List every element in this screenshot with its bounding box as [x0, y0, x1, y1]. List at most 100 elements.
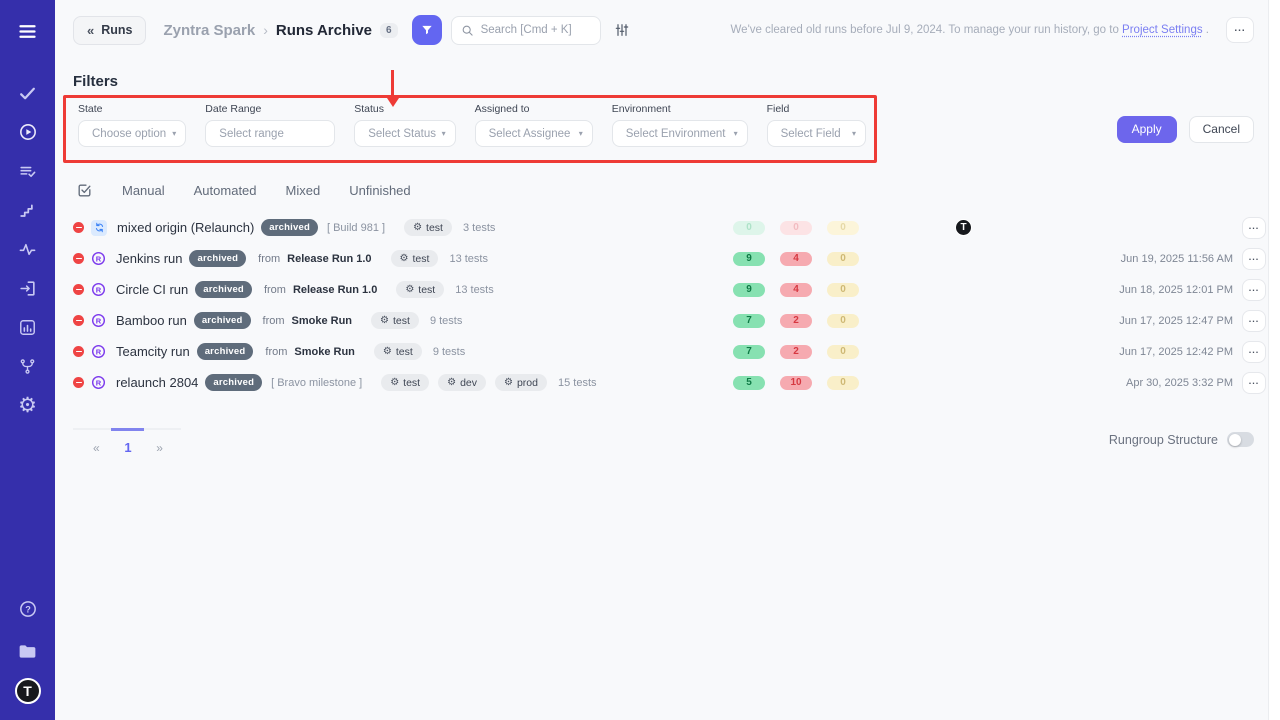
run-name[interactable]: Jenkins run	[116, 251, 182, 266]
run-name[interactable]: mixed origin (Relaunch)	[117, 220, 254, 235]
project-settings-link[interactable]: Project Settings	[1122, 24, 1203, 36]
list-check-icon	[18, 162, 37, 181]
archived-minus-icon	[73, 346, 84, 357]
sidebar-item-import[interactable]	[9, 271, 47, 305]
sidebar-item-folder[interactable]	[9, 634, 47, 668]
scrollbar-track[interactable]	[1268, 0, 1280, 720]
filter-select[interactable]: Choose option▾	[78, 120, 186, 147]
breadcrumb-separator: ›	[263, 22, 268, 38]
filter-select[interactable]: Select Assignee▾	[475, 120, 593, 147]
run-row[interactable]: RBamboo runarchivedfromSmoke Run⚙test9 t…	[55, 305, 1280, 336]
sidebar-item-play-circle[interactable]	[9, 115, 47, 149]
filter-placeholder: Select Status	[368, 128, 436, 140]
run-row[interactable]: RJenkins runarchivedfromRelease Run 1.0⚙…	[55, 243, 1280, 274]
run-source-name: Release Run 1.0	[287, 253, 371, 265]
run-name[interactable]: Teamcity run	[116, 344, 190, 359]
pagination-page-1[interactable]: 1	[124, 440, 131, 455]
tab-unfinished[interactable]: Unfinished	[349, 183, 410, 198]
run-name[interactable]: Bamboo run	[116, 313, 187, 328]
archived-badge: archived	[261, 219, 318, 236]
bottom-row: « 1 » Rungroup Structure	[55, 428, 1280, 455]
filter-select[interactable]: Select Status▾	[354, 120, 455, 147]
select-all-checkbox-icon[interactable]	[76, 182, 93, 199]
pending-count-pill: 0	[827, 314, 859, 328]
pagination-prev-button[interactable]: «	[93, 441, 100, 455]
environment-tag-dev: ⚙dev	[438, 374, 486, 391]
run-result-counts: 720	[733, 345, 865, 359]
search-box[interactable]	[451, 16, 601, 45]
run-name[interactable]: Circle CI run	[116, 282, 188, 297]
adjustments-icon[interactable]	[614, 22, 630, 38]
run-from-label: from	[264, 284, 286, 296]
run-more-button[interactable]: ...	[1242, 217, 1266, 239]
pending-count-pill: 0	[827, 252, 859, 266]
filter-select[interactable]: Select Field▾	[767, 120, 866, 147]
environment-tag-test: ⚙test	[374, 343, 422, 360]
sidebar-item-chart[interactable]	[9, 310, 47, 344]
sidebar-item-help[interactable]: ?	[9, 592, 47, 626]
filter-input[interactable]: Select range	[205, 120, 335, 147]
rungroup-structure-toggle[interactable]	[1227, 432, 1254, 447]
environment-tag-test: ⚙test	[371, 312, 419, 329]
user-avatar[interactable]: T	[15, 678, 41, 704]
apply-button[interactable]: Apply	[1117, 116, 1177, 143]
run-more-button[interactable]: ...	[1242, 341, 1266, 363]
pagination: « 1 »	[73, 428, 181, 455]
search-icon	[461, 24, 474, 37]
run-more-button[interactable]: ...	[1242, 372, 1266, 394]
archived-minus-icon	[73, 315, 84, 326]
tab-mixed[interactable]: Mixed	[286, 183, 321, 198]
cancel-button[interactable]: Cancel	[1189, 116, 1254, 143]
passed-count-pill: 9	[733, 252, 765, 266]
run-type-automated: R	[91, 375, 106, 390]
run-more-button[interactable]: ...	[1242, 279, 1266, 301]
topbar-more-button[interactable]: ...	[1226, 17, 1254, 43]
run-type-mixed	[91, 220, 107, 236]
filter-field-status: Status Select Status▾	[354, 103, 455, 147]
pending-count-pill: 0	[827, 221, 859, 235]
sidebar-item-gear[interactable]: ⚙	[9, 388, 47, 422]
tag-label: dev	[460, 377, 477, 389]
sidebar-item-steps[interactable]	[9, 193, 47, 227]
sidebar-item-branch[interactable]	[9, 349, 47, 383]
help-icon: ?	[18, 599, 38, 619]
filter-label: Status	[354, 103, 455, 115]
pagination-next-button[interactable]: »	[156, 441, 163, 455]
filter-label: Date Range	[205, 103, 335, 115]
run-from-label: from	[263, 315, 285, 327]
run-tags: ⚙test	[371, 312, 419, 329]
run-row[interactable]: RTeamcity runarchivedfromSmoke Run⚙test9…	[55, 336, 1280, 367]
tab-automated[interactable]: Automated	[194, 183, 257, 198]
run-name[interactable]: relaunch 2804	[116, 375, 198, 390]
filters-annotation-box: StateChoose option▾Date RangeSelect rang…	[63, 95, 877, 163]
run-type-tabs: Manual Automated Mixed Unfinished	[55, 182, 1280, 199]
archived-badge: archived	[195, 281, 252, 298]
sidebar-item-check[interactable]	[9, 76, 47, 110]
filter-select[interactable]: Select Environment▾	[612, 120, 748, 147]
search-input[interactable]	[481, 24, 591, 36]
run-tags: ⚙test	[374, 343, 422, 360]
archived-badge: archived	[205, 374, 262, 391]
filter-button[interactable]	[412, 15, 442, 45]
run-more-button[interactable]: ...	[1242, 310, 1266, 332]
sidebar-item-list-check[interactable]	[9, 154, 47, 188]
tab-manual[interactable]: Manual	[122, 183, 165, 198]
environment-tag-test: ⚙test	[391, 250, 439, 267]
sidebar-item-activity[interactable]	[9, 232, 47, 266]
back-to-runs-button[interactable]: « Runs	[73, 16, 146, 45]
breadcrumb-project[interactable]: Zyntra Spark	[163, 22, 255, 39]
run-row[interactable]: Rrelaunch 2804archived[ Bravo milestone …	[55, 367, 1280, 398]
notice-text: We've cleared old runs before Jul 9, 202…	[731, 24, 1119, 36]
activity-icon	[18, 240, 37, 259]
assignee-avatar[interactable]: T	[955, 219, 972, 236]
tag-gear-icon: ⚙	[383, 347, 392, 357]
tests-count-label: 15 tests	[558, 377, 597, 389]
sidebar-menu-button[interactable]	[9, 14, 47, 48]
run-more-button[interactable]: ...	[1242, 248, 1266, 270]
run-result-counts: 720	[733, 314, 865, 328]
tag-gear-icon: ⚙	[405, 285, 414, 295]
run-date: Jun 18, 2025 12:01 PM	[1119, 284, 1233, 296]
run-row[interactable]: mixed origin (Relaunch)archived[ Build 9…	[55, 212, 1280, 243]
run-row[interactable]: RCircle CI runarchivedfromRelease Run 1.…	[55, 274, 1280, 305]
svg-text:?: ?	[25, 604, 31, 614]
